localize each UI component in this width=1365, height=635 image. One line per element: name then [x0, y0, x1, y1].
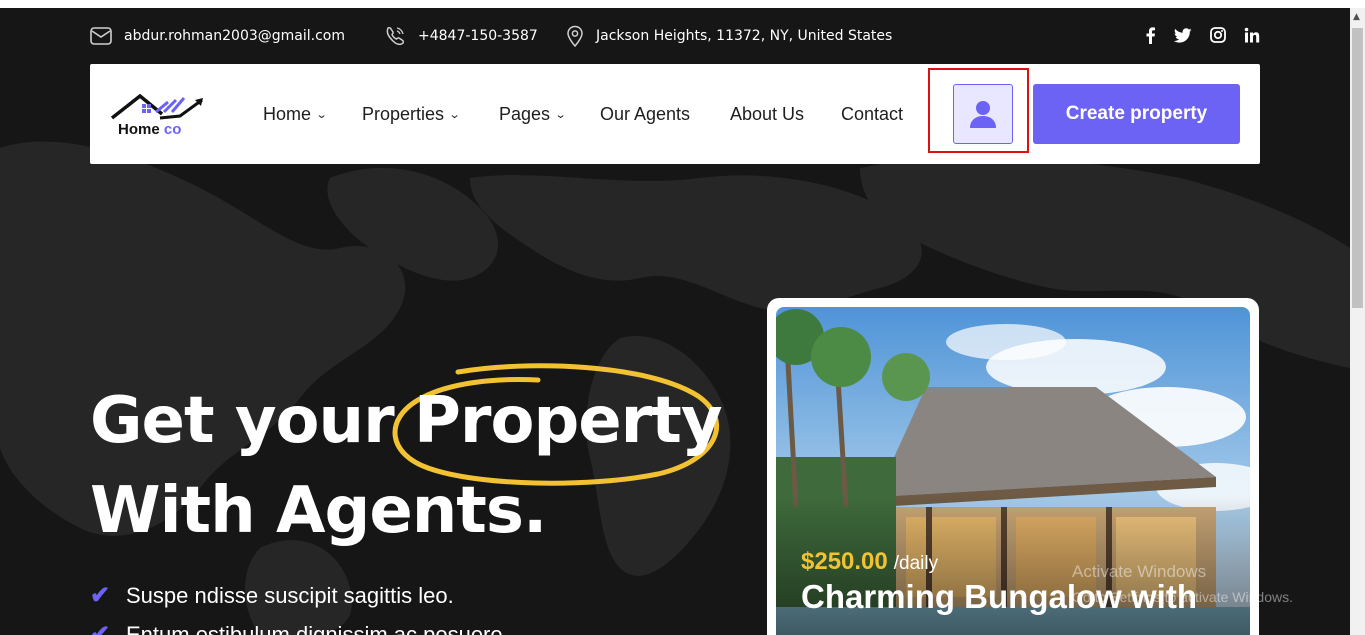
- email-text: abdur.rohman2003@gmail.com: [124, 28, 345, 44]
- create-property-button[interactable]: Create property: [1033, 84, 1240, 144]
- hero-heading-line2: With Agents.: [90, 474, 547, 548]
- activate-windows-subtitle: Go to Settings to activate Windows.: [1072, 589, 1293, 605]
- nav-properties-label: Properties: [362, 103, 445, 124]
- nav-about-us[interactable]: About Us: [730, 102, 804, 126]
- phone-icon: [386, 27, 404, 46]
- hero-bullet-2-text: Entum estibulum dignissim ac posuere.: [126, 621, 509, 635]
- hero-heading-line1: Get your: [90, 384, 395, 458]
- chevron-down-icon: ⌄: [554, 108, 567, 121]
- activate-windows-title: Activate Windows: [1072, 562, 1207, 581]
- featured-property-card[interactable]: $250.00 /daily Charming Bungalow with: [767, 298, 1259, 635]
- topbar-phone[interactable]: +4847-150-3587: [384, 25, 538, 47]
- nav-contact-label: Contact: [841, 103, 904, 124]
- hero-bullet-2: ✔ Entum estibulum dignissim ac posuere.: [90, 620, 509, 635]
- hero-highlight-word: Property: [414, 384, 723, 458]
- location-pin-icon: [567, 25, 583, 47]
- scrollbar-thumb[interactable]: [1352, 28, 1363, 308]
- nav-our-agents-label: Our Agents: [600, 103, 691, 124]
- mail-icon: [90, 27, 112, 45]
- linkedin-icon[interactable]: [1243, 26, 1261, 44]
- nav-pages-label: Pages: [499, 103, 551, 124]
- page-viewport: abdur.rohman2003@gmail.com +4847-150-358…: [0, 8, 1350, 635]
- hero-bullet-1: ✔ Suspe ndisse suscipit sagittis leo.: [90, 581, 454, 610]
- nav-home[interactable]: Home ⌄: [263, 102, 328, 126]
- nav-about-us-label: About Us: [730, 103, 805, 124]
- vertical-scrollbar[interactable]: ▲: [1350, 8, 1365, 635]
- hero-bullet-1-text: Suspe ndisse suscipit sagittis leo.: [126, 582, 454, 608]
- nav-contact[interactable]: Contact: [841, 102, 903, 126]
- check-icon: ✔: [90, 582, 111, 609]
- user-account-button[interactable]: [953, 84, 1013, 144]
- logo-text: Home co: [118, 121, 182, 138]
- instagram-icon[interactable]: [1209, 26, 1227, 44]
- price-period: /daily: [893, 553, 939, 574]
- twitter-icon[interactable]: [1174, 26, 1192, 44]
- chevron-down-icon: ⌄: [315, 108, 328, 121]
- scroll-up-arrow-icon[interactable]: ▲: [1353, 12, 1360, 22]
- facebook-icon[interactable]: [1141, 26, 1159, 44]
- nav-properties[interactable]: Properties ⌄: [362, 102, 461, 126]
- nav-home-label: Home: [263, 103, 312, 124]
- price-value: $250.00: [801, 548, 888, 575]
- phone-text: +4847-150-3587: [418, 28, 538, 44]
- topbar-email[interactable]: abdur.rohman2003@gmail.com: [90, 25, 345, 47]
- chevron-down-icon: ⌄: [448, 108, 461, 121]
- check-icon: ✔: [90, 621, 111, 635]
- user-icon: [970, 101, 996, 128]
- nav-pages[interactable]: Pages ⌄: [499, 102, 567, 126]
- topbar-address: Jackson Heights, 11372, NY, United State…: [566, 25, 892, 47]
- nav-our-agents[interactable]: Our Agents: [600, 102, 690, 126]
- property-price: $250.00 /daily: [801, 548, 938, 576]
- address-text: Jackson Heights, 11372, NY, United State…: [596, 28, 893, 44]
- main-navbar: Home co Home ⌄ Properties ⌄ Pages ⌄ Our …: [90, 64, 1260, 164]
